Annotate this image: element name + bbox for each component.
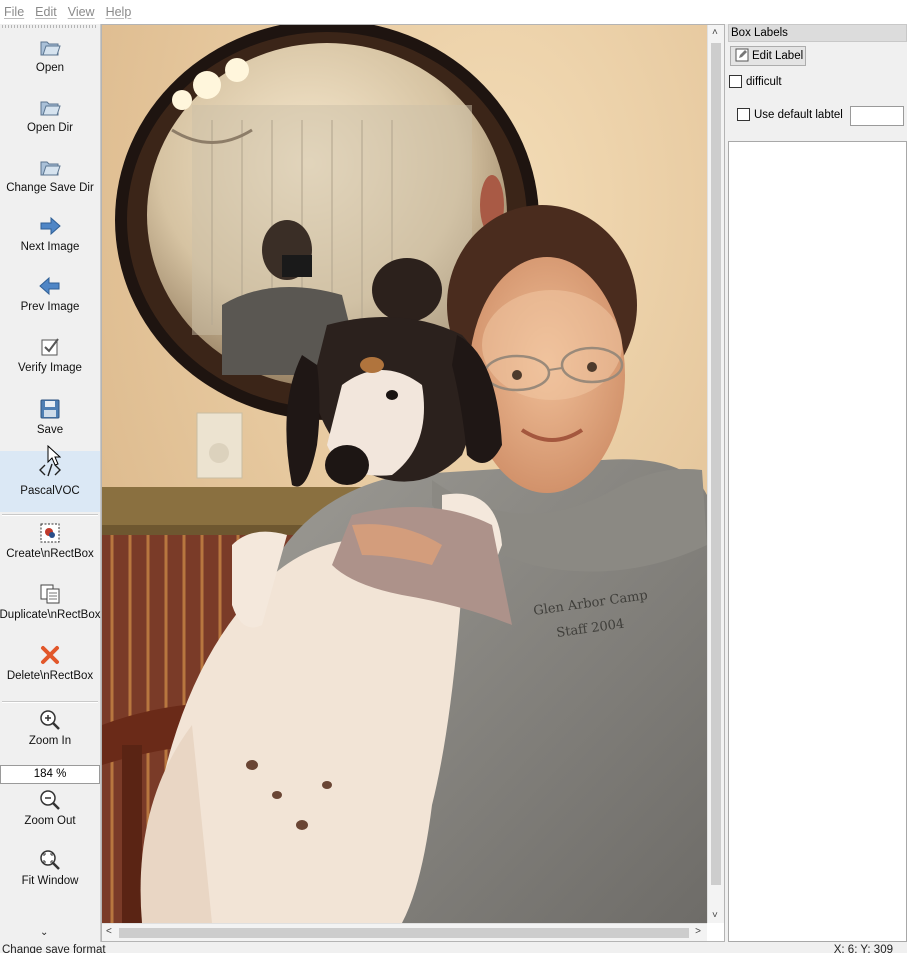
scroll-right-arrow-icon[interactable]: > [695, 926, 701, 937]
duplicate-rectbox-button[interactable]: Duplicate\nRectBox [0, 581, 101, 633]
scroll-left-arrow-icon[interactable]: < [106, 926, 112, 937]
menu-file[interactable]: File [2, 5, 33, 19]
open-folder-icon [37, 34, 63, 60]
edit-label-button[interactable]: Edit Label [730, 46, 806, 66]
scroll-up-arrow-icon[interactable]: ˄ [712, 27, 718, 38]
menu-help[interactable]: Help [104, 5, 141, 19]
fit-window-label: Fit Window [21, 875, 79, 887]
next-image-button[interactable]: Next Image [0, 213, 100, 263]
zoom-in-icon [37, 707, 63, 733]
duplicate-rectbox-icon [37, 581, 63, 607]
status-message: Change save format [2, 944, 106, 953]
horizontal-scroll-thumb[interactable] [119, 928, 689, 938]
difficult-checkbox-row[interactable]: difficult [729, 75, 782, 88]
open-dir-label: Open Dir [26, 122, 74, 134]
labelimg-window: File Edit View Help Open Open Dir Change… [0, 0, 907, 953]
mouse-pointer-icon [47, 444, 62, 470]
floppy-disk-icon [37, 396, 63, 422]
label-list[interactable] [728, 141, 907, 942]
prev-arrow-icon [37, 273, 63, 299]
left-toolbar: Open Open Dir Change Save Dir Next Image [0, 24, 101, 949]
save-button[interactable]: Save [0, 396, 100, 446]
duplicate-rectbox-label: Duplicate\nRectBox [0, 609, 101, 621]
open-label: Open [35, 62, 65, 74]
delete-rectbox-label: Delete\nRectBox [6, 670, 94, 682]
fit-window-icon [37, 847, 63, 873]
edit-pencil-icon [735, 48, 749, 65]
prev-image-label: Prev Image [20, 301, 80, 313]
delete-x-icon [37, 642, 63, 668]
box-labels-dock: Box Labels Edit Label difficult Use defa… [728, 24, 907, 942]
zoom-out-label: Zoom Out [24, 815, 76, 827]
image-canvas[interactable]: Glen Arbor Camp Staff 2004 ˄ ˅ < > [101, 24, 725, 942]
next-arrow-icon [37, 213, 63, 239]
use-default-label-checkbox[interactable] [737, 108, 750, 121]
menubar: File Edit View Help [0, 0, 907, 24]
toolbar-separator [2, 514, 98, 516]
default-label-input[interactable] [850, 106, 904, 126]
use-default-label-row[interactable]: Use default labtel [737, 108, 843, 121]
zoom-in-button[interactable]: Zoom In [0, 707, 100, 759]
create-rectbox-button[interactable]: Create\nRectBox [0, 520, 100, 572]
zoom-out-button[interactable]: Zoom Out [0, 787, 100, 839]
change-save-dir-button[interactable]: Change Save Dir [0, 154, 100, 204]
delete-rectbox-button[interactable]: Delete\nRectBox [0, 642, 100, 694]
verify-image-label: Verify Image [18, 362, 82, 374]
difficult-label: difficult [746, 75, 782, 88]
open-folder-icon [37, 94, 63, 120]
horizontal-scrollbar[interactable]: < > [102, 923, 707, 941]
toolbar-grip[interactable] [2, 25, 98, 28]
vertical-scroll-thumb[interactable] [711, 43, 721, 885]
cursor-position-readout: X: 6; Y: 309 [833, 944, 893, 953]
use-default-label-text: Use default labtel [754, 108, 843, 121]
change-save-dir-label: Change Save Dir [6, 182, 94, 194]
create-rectbox-label: Create\nRectBox [6, 548, 94, 560]
verify-image-button[interactable]: Verify Image [0, 334, 100, 386]
menu-edit[interactable]: Edit [33, 5, 66, 19]
pascalvoc-label: PascalVOC [20, 485, 80, 497]
open-button[interactable]: Open [0, 34, 100, 84]
open-dir-button[interactable]: Open Dir [0, 94, 100, 144]
menu-view[interactable]: View [66, 5, 104, 19]
vertical-scrollbar[interactable]: ˄ ˅ [707, 25, 724, 923]
dock-title[interactable]: Box Labels [728, 24, 907, 42]
fit-window-button[interactable]: Fit Window [0, 847, 100, 899]
photo-of-girl-with-dog[interactable]: Glen Arbor Camp Staff 2004 [102, 25, 707, 923]
verify-check-icon [37, 334, 63, 360]
zoom-out-icon [37, 787, 63, 813]
next-image-label: Next Image [20, 241, 80, 253]
save-label: Save [36, 424, 64, 436]
scroll-down-arrow-icon[interactable]: ˅ [712, 910, 718, 921]
difficult-checkbox[interactable] [729, 75, 742, 88]
status-bar: Change save format X: 6; Y: 309 [0, 942, 907, 953]
create-rectbox-icon [37, 520, 63, 546]
edit-label-text: Edit Label [752, 50, 804, 62]
zoom-in-label: Zoom In [28, 735, 72, 747]
open-folder-icon [37, 154, 63, 180]
prev-image-button[interactable]: Prev Image [0, 273, 100, 323]
zoom-level-spinbox[interactable]: 184 % [0, 765, 100, 784]
toolbar-separator [2, 701, 98, 703]
